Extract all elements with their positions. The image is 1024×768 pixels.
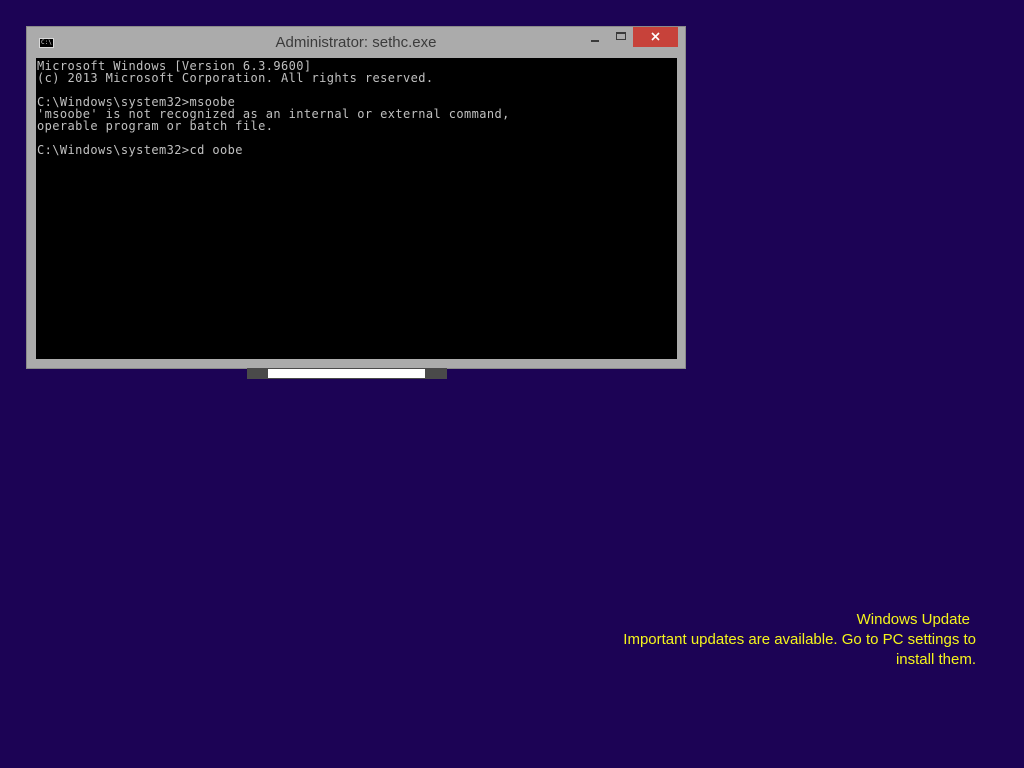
console-line: (c) 2013 Microsoft Corporation. All righ… xyxy=(37,71,434,85)
notification-title: Windows Update xyxy=(856,611,970,628)
close-button[interactable] xyxy=(633,27,678,47)
console-icon[interactable]: C:\ xyxy=(39,38,54,48)
minimize-button[interactable] xyxy=(582,27,608,47)
scrollbar-thumb[interactable] xyxy=(268,369,425,378)
horizontal-scrollbar[interactable] xyxy=(247,368,447,379)
close-icon xyxy=(651,32,660,41)
minimize-icon xyxy=(591,40,599,42)
maximize-icon xyxy=(616,32,626,40)
notification-message-line-1: Important updates are available. Go to P… xyxy=(623,631,976,648)
desktop: C:\ Administrator: sethc.exe Microsoft W… xyxy=(0,0,1024,768)
windows-update-notification[interactable]: Windows Update Important updates are ava… xyxy=(576,610,976,670)
maximize-button[interactable] xyxy=(608,27,634,47)
console-output[interactable]: Microsoft Windows [Version 6.3.9600] (c)… xyxy=(36,58,677,359)
title-bar[interactable]: C:\ Administrator: sethc.exe xyxy=(27,27,685,58)
console-line: operable program or batch file. xyxy=(37,119,274,133)
notification-message-line-2: install them. xyxy=(895,651,976,668)
command-prompt-window[interactable]: C:\ Administrator: sethc.exe Microsoft W… xyxy=(26,26,686,369)
console-line: C:\Windows\system32>cd oobe xyxy=(37,143,243,157)
console-text: Microsoft Windows [Version 6.3.9600] (c)… xyxy=(36,58,677,156)
